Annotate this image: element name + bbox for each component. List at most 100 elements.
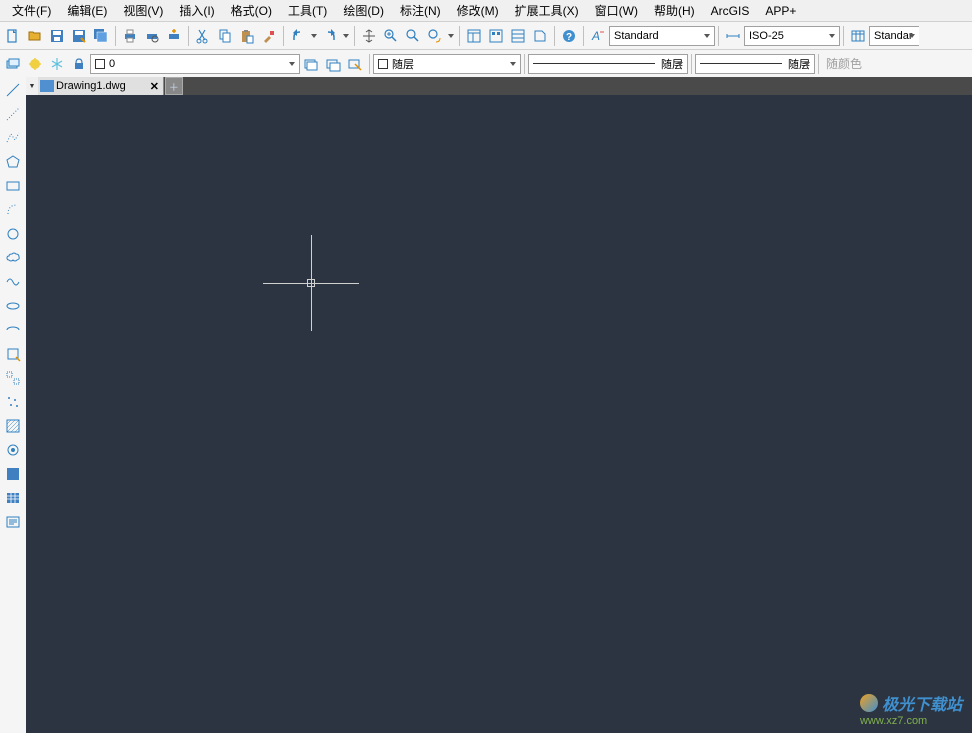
layer-isolate-button[interactable] bbox=[322, 53, 344, 75]
dwg-file-icon bbox=[40, 80, 54, 92]
menu-edit[interactable]: 编辑(E) bbox=[59, 0, 115, 21]
dim-style-combo[interactable]: ISO-25 bbox=[744, 26, 840, 46]
ellipse-tool[interactable] bbox=[2, 295, 24, 317]
zoom-dropdown[interactable] bbox=[446, 34, 456, 38]
print-preview-button[interactable] bbox=[141, 25, 163, 47]
menu-app-plus[interactable]: APP+ bbox=[757, 2, 804, 20]
zoom-window-button[interactable] bbox=[402, 25, 424, 47]
help-button[interactable]: ? bbox=[558, 25, 580, 47]
sheet-set-button[interactable] bbox=[529, 25, 551, 47]
menu-modify[interactable]: 修改(M) bbox=[449, 0, 507, 21]
hatch-tool[interactable] bbox=[2, 415, 24, 437]
redo-button[interactable] bbox=[319, 25, 341, 47]
svg-text:A: A bbox=[591, 29, 600, 43]
new-button[interactable] bbox=[2, 25, 24, 47]
properties-button[interactable] bbox=[463, 25, 485, 47]
layer-lock-button[interactable] bbox=[68, 53, 90, 75]
design-center-button[interactable] bbox=[485, 25, 507, 47]
copy-button[interactable] bbox=[214, 25, 236, 47]
lineweight-sample bbox=[700, 63, 782, 64]
linetype-combo-value: 随层 bbox=[661, 56, 683, 72]
table-tool[interactable] bbox=[2, 487, 24, 509]
watermark-logo-icon bbox=[860, 694, 878, 712]
match-properties-button[interactable] bbox=[258, 25, 280, 47]
text-style-icon[interactable]: A bbox=[587, 25, 609, 47]
linetype-combo[interactable]: 随层 bbox=[528, 54, 688, 74]
menu-annotate[interactable]: 标注(N) bbox=[392, 0, 449, 21]
table-style-value: Standar bbox=[874, 30, 913, 42]
saveas-button[interactable] bbox=[68, 25, 90, 47]
color-swatch bbox=[378, 59, 388, 69]
insert-block-tool[interactable] bbox=[2, 343, 24, 365]
gradient-tool[interactable] bbox=[2, 439, 24, 461]
toolbar-standard: ? A Standard ISO-25 Standar bbox=[0, 21, 972, 49]
linetype-sample bbox=[533, 63, 655, 64]
text-style-combo[interactable]: Standard bbox=[609, 26, 715, 46]
zoom-previous-button[interactable] bbox=[424, 25, 446, 47]
watermark-url: www.xz7.com bbox=[860, 715, 962, 727]
text-style-value: Standard bbox=[614, 30, 659, 42]
menu-tools[interactable]: 工具(T) bbox=[280, 0, 335, 21]
menu-view[interactable]: 视图(V) bbox=[115, 0, 171, 21]
document-tab-active[interactable]: Drawing1.dwg ✕ bbox=[38, 77, 164, 95]
menu-help[interactable]: 帮助(H) bbox=[646, 0, 703, 21]
layer-combo-value: 0 bbox=[109, 58, 115, 70]
layer-match-button[interactable] bbox=[344, 53, 366, 75]
menu-arcgis[interactable]: ArcGIS bbox=[703, 2, 758, 20]
menu-insert[interactable]: 插入(I) bbox=[171, 0, 222, 21]
layer-properties-button[interactable] bbox=[2, 53, 24, 75]
tool-palettes-button[interactable] bbox=[507, 25, 529, 47]
print-button[interactable] bbox=[119, 25, 141, 47]
polyline-tool[interactable] bbox=[2, 127, 24, 149]
rectangle-tool[interactable] bbox=[2, 175, 24, 197]
menu-window[interactable]: 窗口(W) bbox=[587, 0, 646, 21]
save-button[interactable] bbox=[46, 25, 68, 47]
arc-tool[interactable] bbox=[2, 199, 24, 221]
layer-previous-button[interactable] bbox=[300, 53, 322, 75]
open-button[interactable] bbox=[24, 25, 46, 47]
dim-style-icon[interactable] bbox=[722, 25, 744, 47]
redo-dropdown[interactable] bbox=[341, 34, 351, 38]
undo-dropdown[interactable] bbox=[309, 34, 319, 38]
mtext-tool[interactable] bbox=[2, 511, 24, 533]
layer-states-button[interactable] bbox=[24, 53, 46, 75]
drawing-canvas[interactable]: 极光下载站 www.xz7.com bbox=[26, 95, 972, 733]
cut-button[interactable] bbox=[192, 25, 214, 47]
bycolor-label: 随颜色 bbox=[822, 55, 862, 72]
tab-list-dropdown[interactable] bbox=[26, 77, 38, 95]
construction-line-tool[interactable] bbox=[2, 103, 24, 125]
publish-button[interactable] bbox=[163, 25, 185, 47]
line-tool[interactable] bbox=[2, 79, 24, 101]
lineweight-combo[interactable]: 随层 bbox=[695, 54, 815, 74]
tab-close-button[interactable]: ✕ bbox=[150, 80, 159, 93]
ellipse-arc-tool[interactable] bbox=[2, 319, 24, 341]
make-block-tool[interactable] bbox=[2, 367, 24, 389]
watermark: 极光下载站 www.xz7.com bbox=[860, 691, 962, 727]
svg-text:?: ? bbox=[566, 32, 572, 43]
dim-style-value: ISO-25 bbox=[749, 30, 784, 42]
new-tab-button[interactable]: ＋ bbox=[165, 77, 183, 95]
revision-cloud-tool[interactable] bbox=[2, 247, 24, 269]
menu-file[interactable]: 文件(F) bbox=[4, 0, 59, 21]
menu-ext-tools[interactable]: 扩展工具(X) bbox=[507, 0, 587, 21]
point-tool[interactable] bbox=[2, 391, 24, 413]
undo-button[interactable] bbox=[287, 25, 309, 47]
pan-button[interactable] bbox=[358, 25, 380, 47]
crosshair-pickbox bbox=[307, 279, 315, 287]
table-style-combo[interactable]: Standar bbox=[869, 26, 919, 46]
table-style-icon[interactable] bbox=[847, 25, 869, 47]
saveall-button[interactable] bbox=[90, 25, 112, 47]
zoom-realtime-button[interactable] bbox=[380, 25, 402, 47]
color-combo-value: 随层 bbox=[392, 56, 414, 72]
polygon-tool[interactable] bbox=[2, 151, 24, 173]
color-combo[interactable]: 随层 bbox=[373, 54, 521, 74]
menu-format[interactable]: 格式(O) bbox=[223, 0, 280, 21]
menu-draw[interactable]: 绘图(D) bbox=[335, 0, 392, 21]
region-tool[interactable] bbox=[2, 463, 24, 485]
circle-tool[interactable] bbox=[2, 223, 24, 245]
paste-button[interactable] bbox=[236, 25, 258, 47]
layer-freeze-button[interactable] bbox=[46, 53, 68, 75]
spline-tool[interactable] bbox=[2, 271, 24, 293]
layer-combo[interactable]: 0 bbox=[90, 54, 300, 74]
layer-color-swatch bbox=[95, 59, 105, 69]
